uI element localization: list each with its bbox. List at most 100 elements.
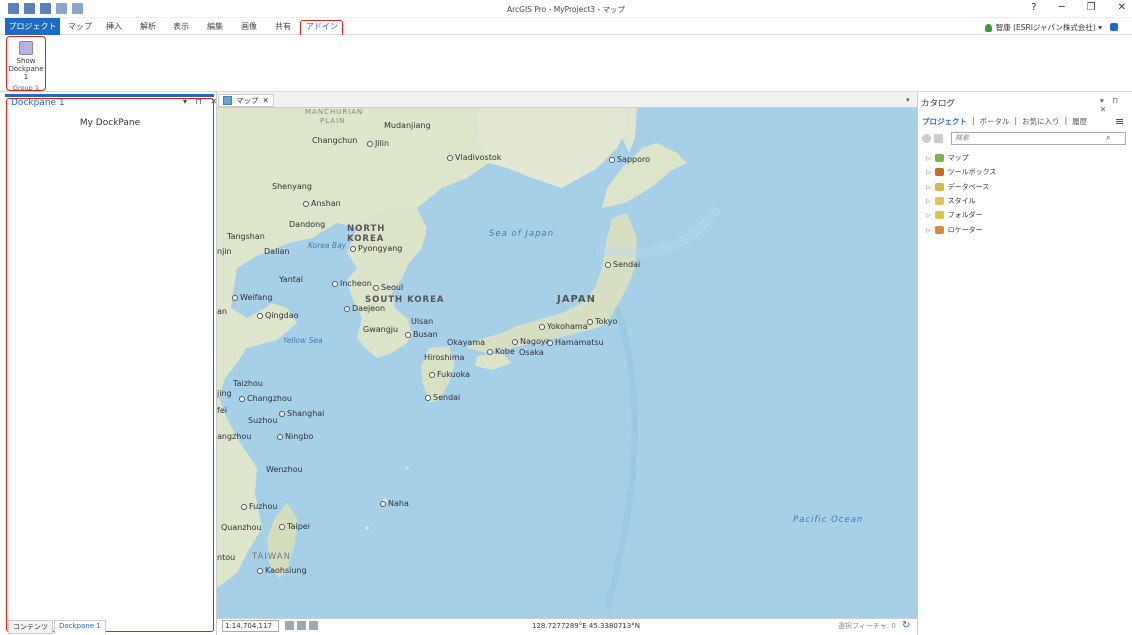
show-dockpane-button[interactable]: Show Dockpane 1 Group 1 — [6, 36, 46, 92]
label-sapporo: Sapporo — [609, 155, 650, 164]
label-wenzhou: Wenzhou — [266, 465, 303, 474]
label-north: NORTH — [347, 224, 386, 234]
label-fukuoka: Fukuoka — [429, 370, 470, 379]
label-fuzhou: Fuzhou — [241, 502, 277, 511]
expand-icon[interactable]: ▷ — [926, 198, 931, 205]
label-gwangju: Gwangju — [363, 325, 399, 334]
catalog-item-databases[interactable]: ▷ データベース — [926, 182, 989, 192]
catalog-item-folders[interactable]: ▷ フォルダー — [926, 210, 983, 220]
scale-input[interactable]: 1:14,704,117 — [222, 620, 279, 632]
catalog-item-maps[interactable]: ▷ マップ — [926, 153, 969, 163]
catalog-tab-project[interactable]: プロジェクト — [922, 116, 967, 127]
label-mudanjiang: Mudanjiang — [384, 121, 431, 130]
notification-icon[interactable] — [1110, 23, 1118, 31]
label-weifang: Weifang — [232, 293, 272, 302]
label-shanghai: Shanghai — [279, 409, 324, 418]
catalog-item-locators[interactable]: ▷ ロケーター — [926, 225, 983, 235]
table-icon[interactable] — [309, 621, 318, 630]
label-shenyang: Shenyang — [272, 182, 312, 191]
folder-icon — [934, 211, 944, 219]
catalog-controls[interactable]: ▾ ⊓ ✕ — [1100, 96, 1132, 114]
catalog-tab-favorites[interactable]: お気に入り — [1022, 116, 1060, 127]
label-yokohama: Yokohama — [539, 322, 588, 331]
catalog-item-styles[interactable]: ▷ スタイル — [926, 196, 976, 206]
style-icon — [934, 197, 944, 205]
tab-project[interactable]: プロジェクト — [5, 18, 60, 35]
label-nagoya: Nagoya — [512, 337, 551, 346]
coordinate-readout: 128.7277289°E 45.3380713°N — [532, 622, 640, 630]
label-suzhou: Suzhou — [248, 416, 278, 425]
basemap — [217, 108, 722, 609]
help-button[interactable]: ? — [1031, 2, 1036, 13]
user-account[interactable]: 智康 (ESRIジャパン株式会社) ▾ — [984, 22, 1102, 33]
label-yantai: Yantai — [279, 275, 304, 284]
map-tabs-dropdown[interactable]: ▾ — [906, 96, 910, 104]
group-label: Group 1 — [13, 84, 39, 92]
catalog-search-input[interactable]: 検索 — [951, 132, 1126, 145]
search-icon[interactable]: ⌕ — [1106, 133, 1110, 143]
close-map-tab-icon[interactable]: ✕ — [263, 95, 269, 106]
expand-icon[interactable]: ▷ — [926, 184, 931, 191]
tab-insert[interactable]: 挿入 — [103, 18, 125, 35]
home-icon[interactable] — [934, 134, 943, 143]
catalog-tabs: プロジェクト | ポータル | お気に入り | 履歴 — [922, 116, 1087, 127]
expand-icon[interactable]: ▷ — [926, 212, 931, 219]
label-changzhou: Changzhou — [239, 394, 292, 403]
catalog-nav — [922, 134, 943, 143]
label-ningbo: Ningbo — [277, 432, 313, 441]
expand-icon[interactable]: ▷ — [926, 155, 931, 162]
dockpane-content: My DockPane — [79, 118, 141, 128]
tab-imagery[interactable]: 画像 — [238, 18, 260, 35]
dockpane-highlight — [6, 98, 214, 632]
label-tianjin: njin — [217, 247, 232, 256]
user-name: 智康 (ESRIジャパン株式会社) ▾ — [995, 23, 1102, 32]
grid-icon[interactable] — [285, 621, 294, 630]
catalog-item-label: スタイル — [947, 197, 976, 205]
window-title: ArcGIS Pro - MyProject3 - マップ — [506, 5, 626, 14]
label-jilin: Jilin — [367, 139, 389, 148]
label-korea-bay: Korea Bay — [308, 241, 347, 250]
tab-contents[interactable]: コンテンツ — [8, 620, 53, 634]
label-hamamatsu: Hamamatsu — [547, 338, 604, 347]
dockpane-controls[interactable]: ▾ ⊓ ✕ — [183, 97, 220, 106]
tab-dockpane1[interactable]: Dockpane 1 — [54, 620, 106, 634]
label-sea-of-japan: Sea of Japan — [489, 229, 555, 239]
close-button[interactable]: ✕ — [1118, 2, 1126, 13]
catalog-menu-icon[interactable]: ≡ — [1115, 115, 1124, 128]
catalog-item-toolboxes[interactable]: ▷ ツールボックス — [926, 167, 996, 177]
status-tools — [285, 621, 318, 630]
label-busan: Busan — [405, 330, 438, 339]
locator-icon — [934, 226, 944, 234]
map-view-tab[interactable]: マップ ✕ — [218, 94, 274, 107]
label-qingdao: Qingdao — [257, 311, 299, 320]
map-canvas[interactable]: MANCHURIAN PLAIN Changchun Mudanjiang Ji… — [217, 108, 917, 618]
label-osaka: Osaka — [519, 348, 544, 357]
label-taizhou: Taizhou — [233, 379, 263, 388]
expand-icon[interactable]: ▷ — [926, 169, 931, 176]
toolbox-icon — [934, 168, 944, 176]
selected-features-count: 選択フィーチャ: 0 — [838, 622, 896, 630]
catalog-item-label: マップ — [947, 154, 969, 162]
label-ntou: ntou — [217, 553, 236, 562]
label-okayama: Okayama — [447, 338, 486, 347]
label-plain: PLAIN — [320, 117, 346, 125]
tab-share[interactable]: 共有 — [272, 18, 294, 35]
tab-analysis[interactable]: 解析 — [137, 18, 159, 35]
catalog-tab-history[interactable]: 履歴 — [1072, 116, 1087, 127]
label-hiroshima: Hiroshima — [424, 353, 465, 362]
refresh-icon[interactable]: ↻ — [902, 620, 910, 631]
label-yellow-sea: Yellow Sea — [283, 336, 323, 345]
navigation-icon[interactable] — [297, 621, 306, 630]
tab-map[interactable]: マップ — [68, 18, 92, 35]
expand-icon[interactable]: ▷ — [926, 227, 931, 234]
restore-button[interactable]: ❐ — [1087, 2, 1096, 13]
minimize-button[interactable]: ─ — [1059, 2, 1065, 13]
title-bar: ArcGIS Pro - MyProject3 - マップ ? ─ ❐ ✕ — [0, 0, 1132, 18]
catalog-tab-sep3: | — [1064, 116, 1068, 125]
back-icon[interactable] — [922, 134, 931, 143]
catalog-item-label: ツールボックス — [947, 168, 997, 176]
tab-edit[interactable]: 編集 — [204, 18, 226, 35]
label-taipei: Taipei — [279, 522, 310, 531]
tab-view[interactable]: 表示 — [170, 18, 192, 35]
catalog-tab-portal[interactable]: ポータル — [980, 116, 1010, 127]
